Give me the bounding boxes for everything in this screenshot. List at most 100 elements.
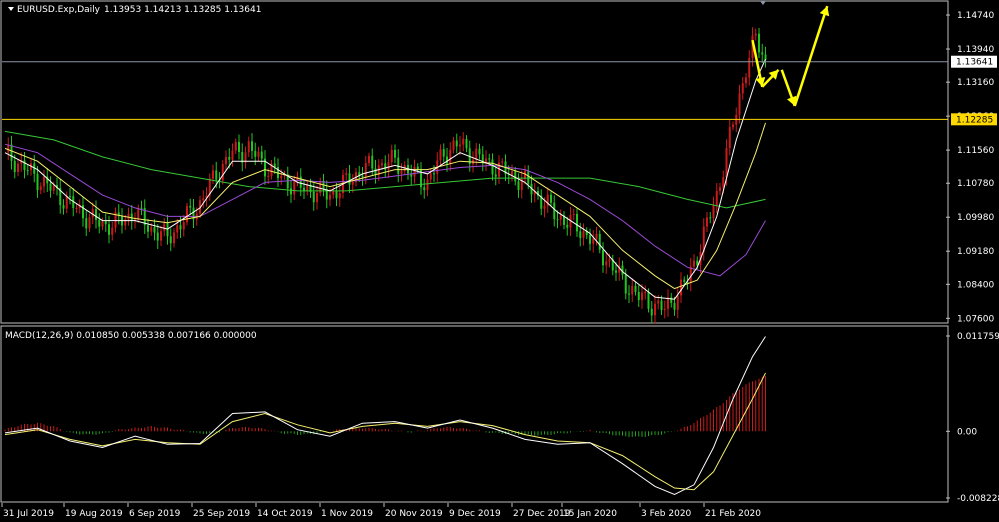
candle-bear xyxy=(423,187,426,191)
candle-bull xyxy=(257,151,260,157)
candle-bull xyxy=(725,148,728,178)
candle-bear xyxy=(660,300,663,311)
candle-bull xyxy=(715,190,718,206)
price-tick-label: 1.13160 xyxy=(957,78,994,88)
candle-bear xyxy=(394,149,396,158)
candle-bear xyxy=(108,224,110,235)
candle-bull xyxy=(345,173,348,176)
candle-bull xyxy=(745,77,747,84)
candle-bull xyxy=(595,233,598,239)
candle-bear xyxy=(23,160,26,171)
macd-tick-label: -0.008228 xyxy=(957,494,999,504)
candle-bear xyxy=(491,159,494,175)
candle-bear xyxy=(758,33,760,53)
time-tick-label: 6 Sep 2019 xyxy=(129,509,181,519)
candle-bull xyxy=(680,279,682,296)
price-tick-label: 1.09980 xyxy=(957,213,994,223)
candle-bull xyxy=(693,260,695,267)
candle-bull xyxy=(267,175,270,177)
candle-bear xyxy=(683,279,686,282)
candle-bull xyxy=(641,292,643,301)
candle-bear xyxy=(647,292,650,309)
macd-tick-label: 0.011759 xyxy=(957,332,999,342)
chart-stage[interactable]: 1.147401.139401.131601.123601.115601.107… xyxy=(0,0,999,522)
candle-bull xyxy=(657,300,660,304)
candle-bear xyxy=(637,291,640,301)
candle-bear xyxy=(98,219,101,227)
price-tick-label: 1.08400 xyxy=(957,280,994,290)
macd-title: MACD(12,26,9) 0.010850 0.005338 0.007166… xyxy=(5,331,257,341)
candle-bear xyxy=(104,221,107,225)
candle-bull xyxy=(65,196,68,209)
candle-bull xyxy=(17,163,19,172)
candle-bear xyxy=(85,218,88,229)
candle-bull xyxy=(631,285,634,295)
candle-bull xyxy=(676,295,679,310)
price-tick-label: 1.13940 xyxy=(957,45,994,55)
candle-bull xyxy=(329,194,331,200)
candle-bull xyxy=(280,175,283,179)
candle-bull xyxy=(176,225,179,233)
candle-bear xyxy=(628,293,630,295)
time-tick-label: 21 Feb 2020 xyxy=(705,509,761,519)
candle-bear xyxy=(169,236,172,244)
candle-bull xyxy=(306,184,309,191)
time-tick-label: 19 Aug 2019 xyxy=(65,509,123,519)
candle-bear xyxy=(140,207,143,209)
price-tick-label: 1.11560 xyxy=(957,146,994,156)
candle-bull xyxy=(706,217,708,227)
candle-bull xyxy=(234,141,237,151)
candle-bull xyxy=(43,176,45,187)
candle-bear xyxy=(361,175,364,178)
candle-bull xyxy=(413,166,416,177)
candle-bull xyxy=(667,297,669,309)
candle-bull xyxy=(101,221,104,227)
candle-bear xyxy=(179,225,182,230)
candle-bear xyxy=(290,188,292,195)
time-tick-label: 3 Feb 2020 xyxy=(641,509,692,519)
candle-bull xyxy=(475,148,478,160)
candle-bull xyxy=(202,198,205,201)
time-tick-label: 25 Sep 2019 xyxy=(193,509,250,519)
candle-bear xyxy=(514,171,517,182)
candle-bull xyxy=(400,170,403,174)
candle-bull xyxy=(608,259,611,262)
candle-bull xyxy=(439,149,442,161)
candle-bull xyxy=(351,181,354,185)
candle-bull xyxy=(212,170,214,179)
candle-bull xyxy=(225,156,227,165)
time-tick-label: 15 Jan 2020 xyxy=(563,509,617,519)
candle-bear xyxy=(598,233,601,250)
candle-bull xyxy=(426,179,429,191)
candle-bull xyxy=(182,222,185,230)
candle-bull xyxy=(429,173,432,180)
chart-title: EURUSD.Exp,Daily xyxy=(17,5,101,15)
candle-bear xyxy=(465,138,468,149)
candle-bear xyxy=(147,225,149,232)
candle-bull xyxy=(754,33,757,36)
candle-bull xyxy=(221,164,224,181)
candle-bear xyxy=(36,173,39,191)
candle-bear xyxy=(260,151,263,159)
candle-bull xyxy=(732,124,734,128)
candle-bull xyxy=(663,308,666,311)
candle-bull xyxy=(728,127,731,149)
candle-bull xyxy=(137,207,140,220)
candle-bear xyxy=(446,156,448,164)
candle-bear xyxy=(13,160,16,172)
candle-bear xyxy=(299,176,302,188)
candle-bear xyxy=(527,170,530,184)
candle-bull xyxy=(247,141,250,153)
candle-bull xyxy=(111,227,114,235)
candle-bear xyxy=(254,150,257,157)
candle-bear xyxy=(348,173,351,185)
candle-bear xyxy=(156,232,159,241)
candle-bear xyxy=(166,223,169,237)
candle-bull xyxy=(231,150,234,160)
candle-bull xyxy=(719,187,721,191)
macd-tick-label: 0.00 xyxy=(957,427,977,437)
candle-bull xyxy=(381,163,383,166)
candle-bear xyxy=(634,285,637,292)
candle-bear xyxy=(371,155,374,169)
candle-bear xyxy=(189,205,192,208)
